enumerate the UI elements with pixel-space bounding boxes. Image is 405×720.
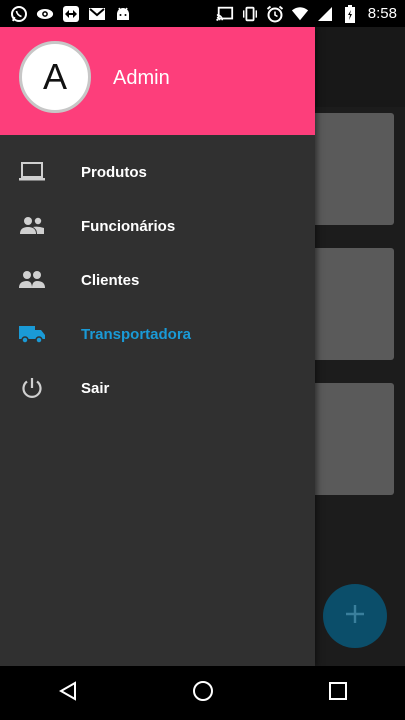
back-icon (57, 680, 79, 707)
signal-icon (316, 5, 334, 23)
navigation-drawer: A Admin Produtos Funcionários Clientes T… (0, 27, 315, 666)
laptop-icon (18, 158, 46, 186)
home-button[interactable] (183, 673, 223, 713)
truck-icon (18, 320, 46, 348)
back-button[interactable] (48, 673, 88, 713)
android-icon (114, 5, 132, 23)
menu-item-label: Funcionários (81, 217, 176, 235)
avatar-letter: A (42, 56, 67, 97)
recents-button[interactable] (318, 673, 358, 713)
menu-item-sair[interactable]: Sair (0, 361, 315, 415)
home-icon (191, 679, 215, 708)
recents-icon (328, 681, 348, 706)
cast-icon (216, 5, 234, 23)
power-icon (18, 374, 46, 402)
menu-item-produtos[interactable]: Produtos (0, 145, 315, 199)
group-icon (18, 266, 46, 294)
wifi-icon (291, 5, 309, 23)
vibrate-icon (241, 5, 259, 23)
menu-item-transportadora[interactable]: Transportadora (0, 307, 315, 361)
menu-item-label: Produtos (81, 163, 147, 181)
user-name: Admin (113, 67, 170, 89)
notification-icons (0, 5, 132, 23)
drawer-header: A Admin (0, 27, 315, 135)
whatsapp-icon (10, 5, 28, 23)
drawer-menu: Produtos Funcionários Clientes Transport… (0, 145, 315, 415)
battery-icon (341, 4, 359, 23)
alarm-icon (266, 5, 284, 23)
status-bar: 8:58 (0, 0, 405, 27)
add-fab-button[interactable] (323, 584, 387, 648)
eye-icon (36, 5, 54, 23)
menu-item-label: Clientes (81, 271, 140, 289)
avatar[interactable]: A (19, 41, 91, 113)
system-status-icons: 8:58 (216, 0, 397, 27)
teamviewer-icon (62, 5, 80, 23)
menu-item-label: Sair (81, 379, 110, 397)
menu-item-clientes[interactable]: Clientes (0, 253, 315, 307)
system-nav-bar (0, 666, 405, 720)
gmail-icon (88, 5, 106, 23)
people-icon (18, 212, 46, 240)
menu-item-label: Transportadora (81, 325, 192, 343)
plus-icon (344, 603, 366, 630)
clock-time: 8:58 (367, 5, 397, 22)
menu-item-funcionarios[interactable]: Funcionários (0, 199, 315, 253)
